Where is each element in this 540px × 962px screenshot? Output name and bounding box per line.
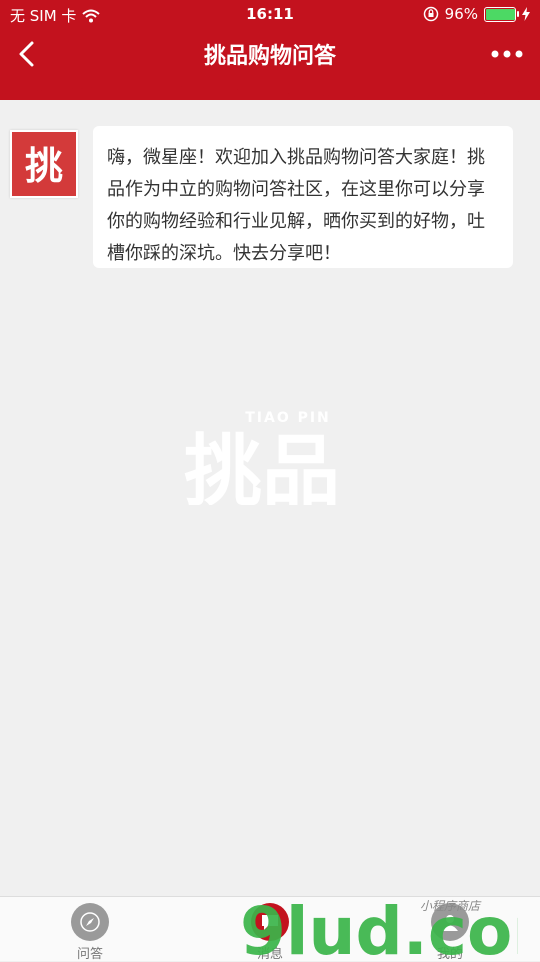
compass-icon (71, 903, 109, 941)
watermark-small-text: TIAO PIN (245, 410, 331, 426)
orientation-lock-icon (423, 6, 438, 22)
header-wave (0, 80, 540, 97)
tiaopin-logo-icon: 挑 (25, 144, 63, 188)
more-dots-icon (491, 50, 523, 58)
site-watermark-logo: 9lud.com 小程序商店 (240, 893, 518, 960)
tiaopin-watermark: TIAO PIN 挑品 (184, 410, 340, 505)
charging-icon (522, 7, 530, 21)
battery-level (486, 8, 515, 20)
page-title: 挑品购物问答 (203, 44, 336, 69)
more-button[interactable] (490, 40, 524, 68)
battery-icon (484, 6, 519, 22)
battery-percent: 96% (444, 5, 478, 23)
message-bubble: 嗨，微星座！欢迎加入挑品购物问答大家庭！挑品作为中立的购物问答社区，在这里你可以… (93, 126, 513, 268)
status-right: 96% (423, 5, 530, 23)
tab-qa[interactable]: 问答 (40, 903, 140, 962)
status-bar: 无 SIM 卡 16:11 96% (0, 0, 540, 30)
message-text: 嗨，微星座！欢迎加入挑品购物问答大家庭！挑品作为中立的购物问答社区，在这里你可以… (107, 147, 485, 264)
app-header: 无 SIM 卡 16:11 96% 挑品购物问答 (0, 0, 540, 100)
watermark-big-text: 挑品 (184, 427, 340, 505)
avatar-text: 挑 (25, 144, 63, 188)
avatar[interactable]: 挑 (10, 130, 78, 198)
brand-tag-text: 小程序商店 (420, 899, 482, 913)
